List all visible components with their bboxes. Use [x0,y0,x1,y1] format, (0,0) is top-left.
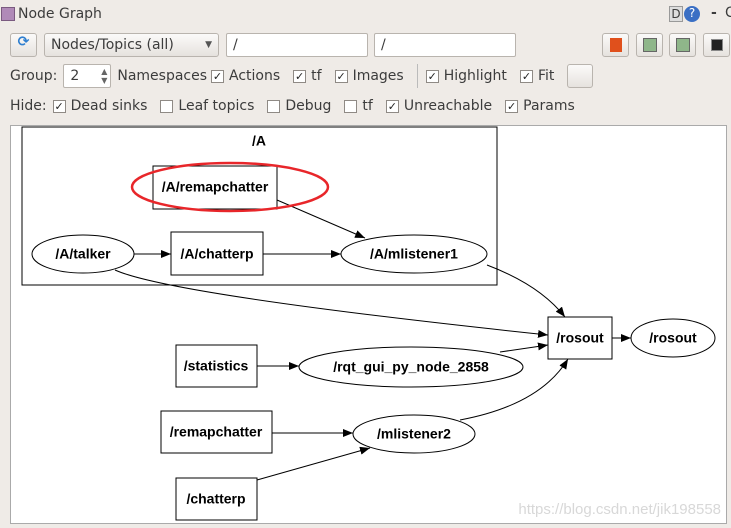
watermark: https://blog.csdn.net/jik198558 [518,501,721,518]
label: /remapchatter [170,424,263,440]
label: /A/talker [55,246,111,262]
edge [486,264,566,318]
label: /rosout [556,330,604,346]
cluster-label: /A [252,133,266,149]
edge [114,269,549,338]
graph: /A /A/remapchatter /A/talker /A/chatterp… [21,126,716,521]
label: /A/remapchatter [162,179,269,195]
label: /A/chatterp [180,246,253,262]
label: /rqt_gui_py_node_2858 [333,359,489,375]
label: /A/mlistener1 [370,246,458,262]
edge [499,342,549,353]
label: /rosout [649,330,697,346]
label: /chatterp [186,491,245,507]
edge [256,446,371,481]
label: /statistics [184,358,249,374]
label: /mlistener2 [377,426,451,442]
